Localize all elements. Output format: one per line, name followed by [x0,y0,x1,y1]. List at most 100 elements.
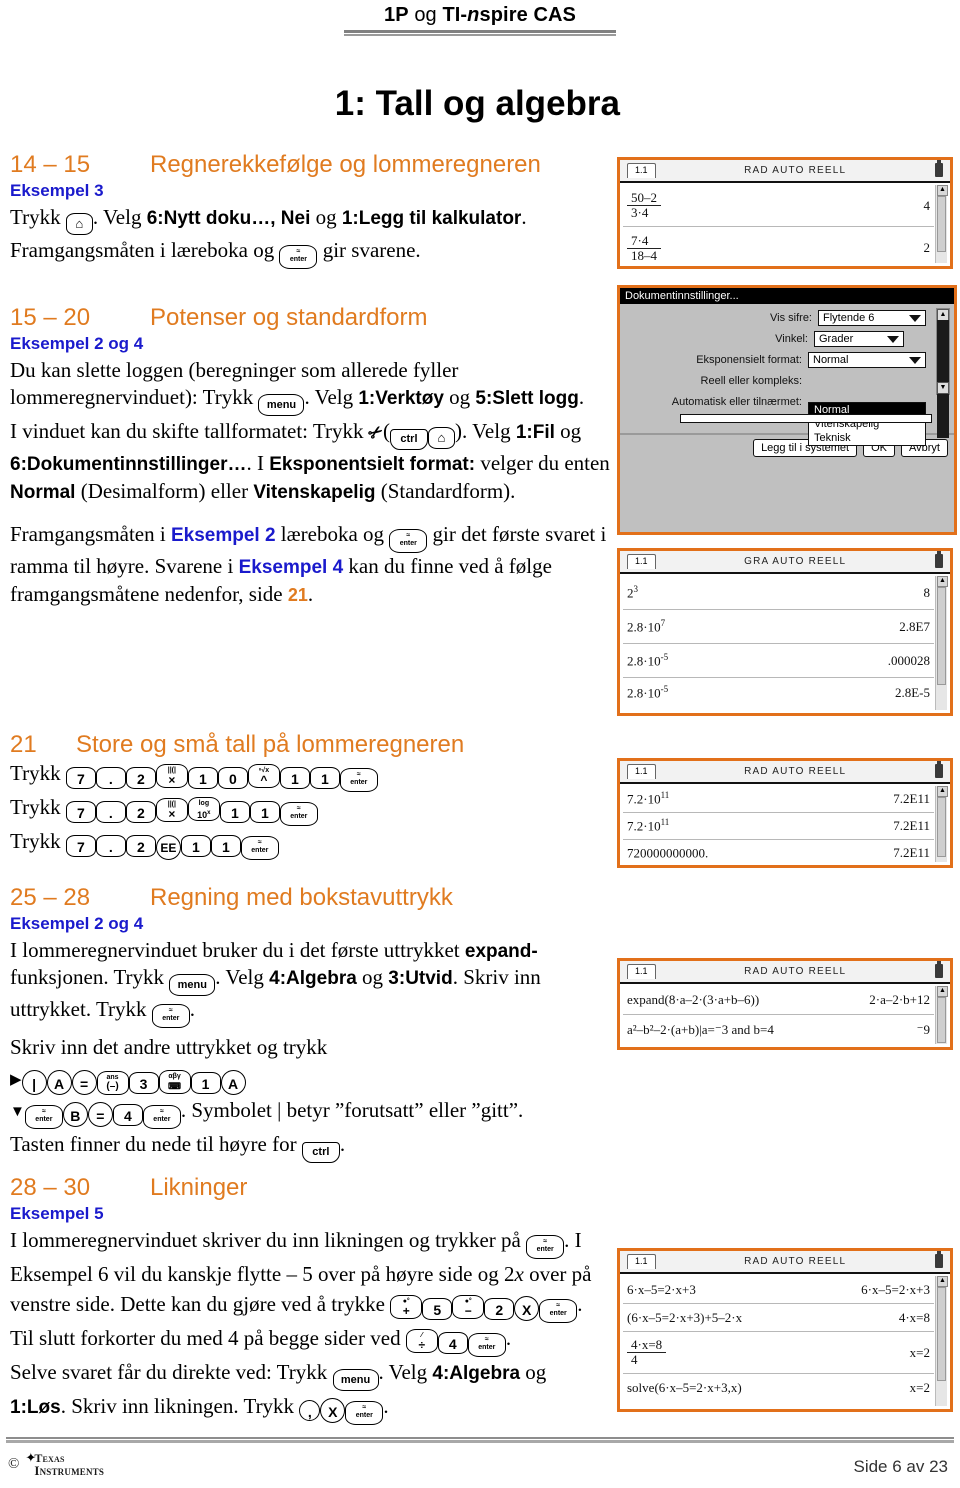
calc-result: 2.8E7 [899,618,930,634]
enter-key-icon: ≈ enter [279,802,318,827]
calc-result: 2.8E-5 [894,685,930,700]
page-tab[interactable]: 1.1 [627,964,656,979]
key-plus: ●° + [390,1295,423,1320]
ref-eksempel-4: Eksempel 4 [238,557,344,579]
page-tab[interactable]: 1.1 [627,163,656,178]
key-comma: , [299,1400,321,1422]
calc-row: 7.2·1011 7.2E11 [623,813,934,840]
key-a: A [220,1069,246,1095]
key-equals: = [87,1101,113,1127]
enter-key-icon: ≈ enter [339,768,378,793]
text-frag: Selve svaret får du direkte ved: Trykk [10,1360,333,1385]
text-frag: funksjonen. Trykk [10,965,170,990]
dialog-horizontal-scrollbar[interactable] [680,414,932,423]
screen-bokstavuttrykk: 1.1 RAD AUTO REELL ▲ expand(8·a–2·(3·a+b… [617,958,953,1050]
calc-history: 7.2·1011 7.2E11 7.2·1011 7.2E11 72000000… [623,786,934,863]
chevron-down-icon[interactable] [909,356,921,364]
key-5: 5 [422,1298,453,1321]
dialog-field-vinkel[interactable]: Vinkel: Grader [626,331,948,347]
scroll-up-arrow-icon[interactable]: ▲ [937,986,948,997]
page-tab[interactable]: 1.1 [627,554,656,569]
field-value-text: Grader [819,333,854,345]
key-3: 3 [128,1071,159,1094]
text-frag: . [505,1326,512,1351]
section-pages-4: 25 – 28 [10,884,91,911]
menu-key-icon: menu [258,393,305,416]
scrollbar-thumb[interactable] [937,587,946,685]
key-2: 2 [125,801,156,824]
menu-choice-dokumentinnstillinger: 6:Dokumentinnstillinger… [10,453,247,475]
key-2: 2 [484,1298,515,1321]
scroll-up-arrow-icon[interactable]: ▲ [937,786,948,797]
field-value[interactable]: Grader [814,331,904,347]
calc-scrollbar[interactable]: ▲ [935,1276,948,1406]
text-frag: . Velg [378,1360,433,1385]
calc-scrollbar[interactable]: ▲ [935,185,948,263]
section-heading-5: 28 – 30 Likninger [10,1174,610,1201]
calc-result: 7.2E11 [893,845,930,860]
calc-history: 23 8 2.8·107 2.8E7 2.8·10-5 .000028 2.8·… [623,576,934,711]
scroll-up-arrow-icon[interactable]: ▲ [937,185,948,196]
dialog-field-eksponensielt-format[interactable]: Eksponensielt format: Normal [626,352,948,368]
text-frag: og [443,384,476,409]
scroll-up-arrow-icon[interactable]: ▲ [937,1276,948,1287]
scrollbar-thumb[interactable] [937,196,946,252]
field-eksponentsielt-format: Eksponentsielt format: [269,453,476,475]
dropdown-option-teknisk[interactable]: Teknisk [809,431,925,445]
scrollbar-thumb[interactable] [937,320,949,438]
section-5-paragraph-2: Selve svaret får du direkte ved: Trykk m… [10,1357,600,1426]
text-frag: . [307,582,314,606]
key-multiply: ||(| × [155,798,188,823]
field-value[interactable]: Normal [808,352,926,368]
header-title: 1P og TI-nspire CAS [384,4,576,30]
calc-scrollbar[interactable]: ▲ [935,786,948,862]
section-1-paragraph-2: Framgangsmåten i læreboka og ≈ enter gir … [10,237,610,269]
scrollbar-thumb[interactable] [937,797,946,857]
field-label: Vis sifre: [770,312,812,324]
scroll-up-arrow-icon[interactable]: ▲ [937,576,948,587]
section-likninger: 28 – 30 Likninger Eksempel 5 I lommeregne… [10,1174,610,1426]
menu-choice-utvid: 3:Utvid [388,968,453,990]
calc-row: (6·x–5=2·x+3)+5–2·x 4·x=8 [623,1304,934,1332]
calc-result: 7.2E11 [893,818,930,833]
field-label: Reell eller kompleks: [700,375,802,387]
key-1: 1 [180,835,211,858]
calc-expression: expand(8·a–2·(3·a+b–6)) [627,992,760,1007]
ti-star-icon: ✦ [25,1449,37,1465]
calc-expression: a²–b²–2·(a+b)|a=⁻3 and b=4 [627,1021,774,1037]
page-tab[interactable]: 1.1 [627,1254,656,1269]
key-dot: . [95,835,126,858]
calc-scrollbar[interactable]: ▲ [935,576,948,710]
field-value[interactable]: Flytende 6 [818,310,926,326]
calc-scrollbar[interactable]: ▲ [935,986,948,1044]
dropdown-eksponensielt-format[interactable]: Normal Vitenskapelig Teknisk [808,402,926,446]
battery-icon [935,551,943,568]
section-bokstavuttrykk: 25 – 28 Regning med bokstavuttrykk Eksemp… [10,884,610,1163]
chevron-down-icon[interactable] [887,335,899,343]
enter-key-icon: ≈ enter [345,1401,384,1426]
key-multiply: ||(| × [155,764,188,789]
key-minus: ●° − [452,1295,485,1320]
dialog-field-vis-sifre[interactable]: Vis sifre: Flytende 6 [626,310,948,326]
section-title-3: Store og små tall på lommeregneren [76,731,465,758]
text-frag: velger du enten [475,450,610,475]
scroll-down-arrow-icon[interactable]: ▼ [937,382,949,394]
ctrl-key-icon: ctrl [301,1141,340,1163]
dialog-field-reell-eller-kompleks[interactable]: Reell eller kompleks: [626,373,948,389]
fraction-expression: 7·4 18–4 [627,234,661,262]
page-tab[interactable]: 1.1 [627,764,656,779]
example-label-5: Eksempel 5 [10,1204,104,1224]
key-dot: . [95,801,126,824]
expand-function-name: expand- [464,940,538,962]
text-frag: Trykk [10,204,66,229]
home-key-icon: ⌂ [65,212,93,235]
key-sequence-row-4b: ▼ ≈ enter B = 4 ≈ enter. Symbolet | betyr ”foru… [10,1095,610,1129]
section-pages-2: 15 – 20 [10,304,91,331]
section-title-2: Potenser og standardform [150,304,428,331]
calc-row: 4·x=8 4 x=2 [623,1332,934,1374]
dialog-body: ▲ ▼ Vis sifre: Flytende 6 Vinkel: Grader [620,304,954,446]
chevron-down-icon[interactable] [909,314,921,322]
dialog-scrollbar[interactable]: ▲ ▼ [936,308,950,438]
scrollbar-thumb[interactable] [937,1287,946,1381]
scrollbar-thumb[interactable] [937,997,946,1043]
